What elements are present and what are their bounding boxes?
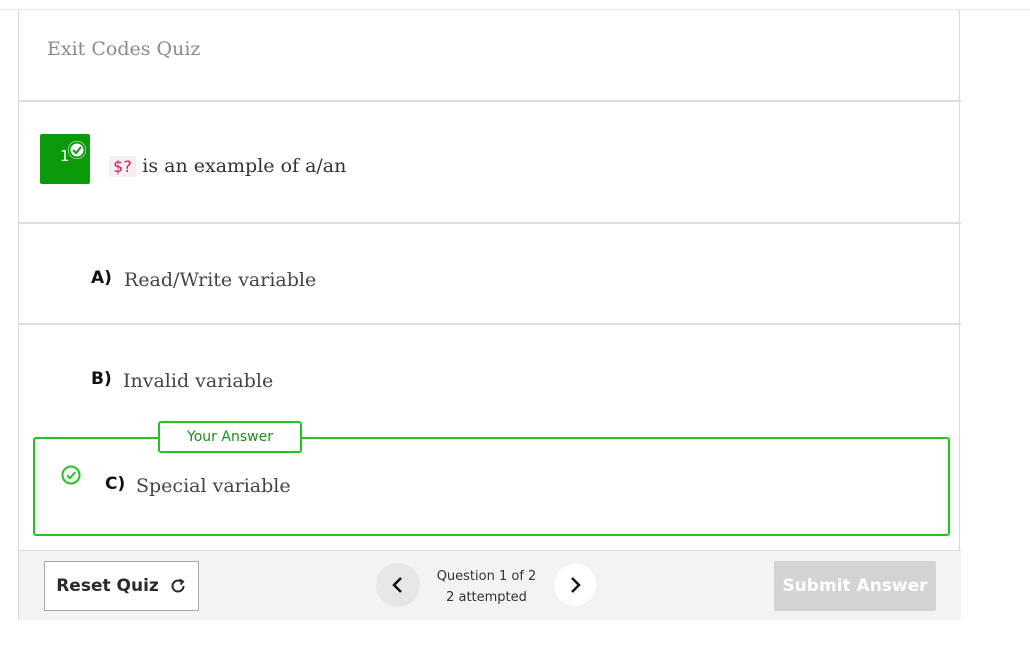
option-letter: A) — [91, 268, 112, 288]
option-text: Invalid variable — [123, 370, 274, 392]
attempted-count: 2 attempted — [446, 590, 527, 605]
chevron-left-icon — [392, 577, 402, 593]
option-a[interactable]: A) Read/Write variable — [19, 225, 961, 325]
chevron-right-icon — [571, 577, 581, 593]
question-progress: Question 1 of 2 2 attempted — [424, 566, 549, 608]
option-text: Read/Write variable — [124, 269, 317, 291]
option-text: Special variable — [136, 475, 291, 497]
quiz-title: Exit Codes Quiz — [47, 38, 201, 60]
question-position: Question 1 of 2 — [436, 569, 537, 584]
your-answer-tag: Your Answer — [158, 421, 302, 453]
quiz-widget: Exit Codes Quiz 1 $? is an example of a/a… — [18, 10, 961, 620]
question-number-badge: 1 — [40, 134, 90, 184]
check-circle-icon — [61, 465, 81, 485]
question-code: $? — [109, 156, 137, 177]
quiz-header: Exit Codes Quiz — [19, 10, 961, 102]
question-text: is an example of a/an — [142, 155, 347, 177]
question-row: 1 $? is an example of a/an — [19, 103, 961, 224]
option-b[interactable]: B) Invalid variable — [19, 326, 961, 426]
check-circle-icon — [68, 141, 86, 159]
next-question-button[interactable] — [554, 564, 596, 606]
submit-answer-button[interactable]: Submit Answer — [774, 561, 936, 611]
previous-question-button[interactable] — [376, 563, 420, 607]
refresh-icon — [171, 578, 185, 593]
reset-quiz-button[interactable]: Reset Quiz — [44, 561, 199, 611]
question-text-wrap: $? is an example of a/an — [109, 155, 346, 177]
option-letter: B) — [91, 369, 112, 389]
option-letter: C) — [105, 474, 126, 494]
quiz-footer: Reset Quiz Question 1 of 2 2 attempted S… — [19, 550, 961, 620]
reset-label: Reset Quiz — [56, 576, 159, 596]
